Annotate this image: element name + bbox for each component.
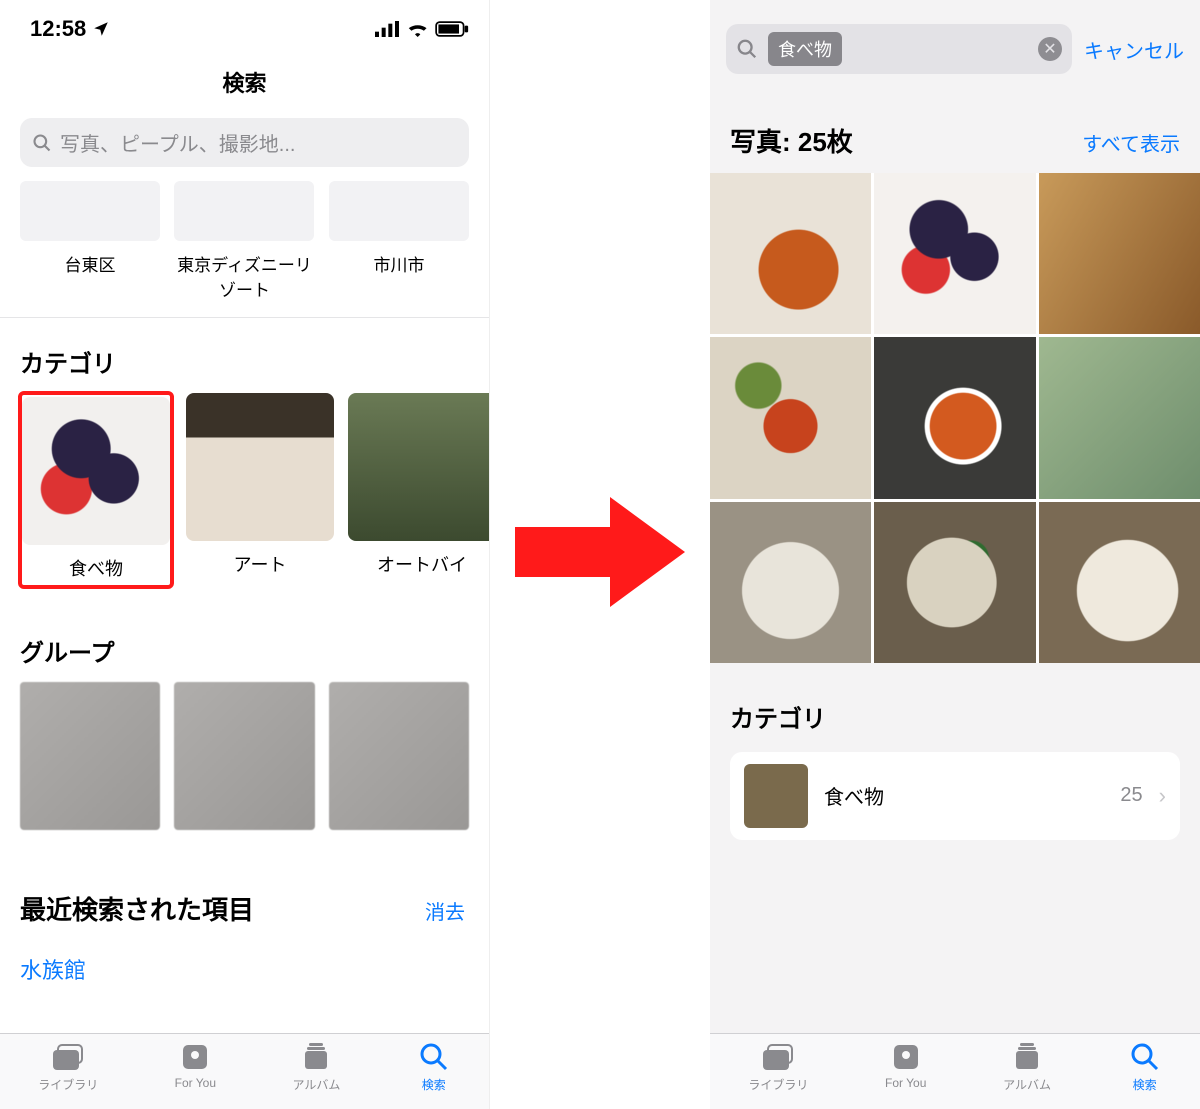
location-label: 東京ディズニーリゾート [174, 251, 315, 301]
photo-thumbnail[interactable] [710, 502, 871, 663]
search-tab-icon [1128, 1042, 1162, 1072]
foryou-icon [889, 1042, 923, 1072]
arrow-icon [515, 492, 685, 617]
status-time: 12:58 [30, 16, 86, 42]
categories-header: カテゴリ [730, 699, 1180, 734]
location-arrow-icon [92, 20, 110, 38]
tab-bar: ライブラリ For You アルバム 検索 [710, 1033, 1200, 1109]
category-label: オートバイ [348, 551, 490, 577]
recent-search-item[interactable]: 水族館 [0, 943, 489, 1015]
category-label: アート [186, 551, 334, 577]
search-input[interactable]: 写真、ピープル、撮影地... [20, 118, 469, 167]
category-thumbnail [22, 397, 170, 545]
library-icon [51, 1042, 85, 1072]
left-screen: 12:58 検索 写真、ピープル、撮影地... 台東区 東京ディズニーリゾート … [0, 0, 490, 1109]
tab-library[interactable]: ライブラリ [38, 1042, 98, 1093]
category-count: 25 [1120, 784, 1142, 807]
category-thumbnail [744, 764, 808, 828]
location-label: 台東区 [20, 251, 160, 276]
tab-bar: ライブラリ For You アルバム 検索 [0, 1033, 489, 1109]
category-card-food[interactable]: 食べ物 25 › [730, 752, 1180, 840]
tab-label: アルバム [292, 1076, 340, 1093]
photo-thumbnail[interactable] [1039, 173, 1200, 334]
search-icon [32, 133, 52, 153]
photo-thumbnail[interactable] [710, 337, 871, 498]
photo-thumbnail[interactable] [710, 173, 871, 334]
locations-row: 台東区 東京ディズニーリゾート 市川市 [0, 181, 489, 318]
tab-search[interactable]: 検索 [417, 1042, 451, 1093]
recent-header: 最近検索された項目 消去 [0, 860, 489, 943]
tab-foryou[interactable]: For You [175, 1042, 216, 1093]
results-count: 写真: 25枚 [730, 122, 853, 159]
search-icon [736, 38, 758, 60]
search-row: 食べ物 ✕ キャンセル [710, 0, 1200, 94]
photo-thumbnail[interactable] [1039, 502, 1200, 663]
categories-section: カテゴリ 食べ物 25 › [710, 663, 1200, 850]
foryou-icon [178, 1042, 212, 1072]
clear-button[interactable]: 消去 [425, 896, 465, 925]
tab-label: 検索 [422, 1076, 446, 1093]
categories-header: カテゴリ [0, 318, 489, 393]
category-thumbnail [348, 393, 490, 541]
location-label: 市川市 [329, 251, 469, 276]
location-thumbnail [329, 181, 469, 241]
tab-album[interactable]: アルバム [292, 1042, 340, 1093]
clear-search-icon[interactable]: ✕ [1038, 37, 1062, 61]
groups-row [0, 682, 489, 860]
cellular-icon [375, 21, 402, 37]
tab-label: For You [175, 1076, 216, 1090]
group-thumbnail[interactable] [20, 682, 160, 830]
wifi-icon [407, 21, 428, 37]
categories-row: 食べ物 アート オートバイ [0, 393, 489, 607]
category-thumbnail [186, 393, 334, 541]
category-item-food[interactable]: 食べ物 [20, 393, 172, 587]
album-icon [299, 1042, 333, 1072]
tab-label: アルバム [1003, 1076, 1051, 1093]
category-item-motorcycle[interactable]: オートバイ [348, 393, 490, 587]
tab-library[interactable]: ライブラリ [748, 1042, 808, 1093]
group-thumbnail[interactable] [329, 682, 469, 830]
library-icon [761, 1042, 795, 1072]
tab-label: 検索 [1133, 1076, 1157, 1093]
photo-thumbnail[interactable] [874, 173, 1035, 334]
groups-header: グループ [0, 607, 489, 682]
album-icon [1010, 1042, 1044, 1072]
tab-label: For You [885, 1076, 926, 1090]
search-placeholder: 写真、ピープル、撮影地... [60, 128, 295, 157]
recent-title: 最近検索された項目 [20, 890, 254, 927]
chevron-right-icon: › [1159, 783, 1166, 809]
battery-icon [435, 21, 469, 37]
search-input-filled[interactable]: 食べ物 ✕ [726, 24, 1072, 74]
tab-foryou[interactable]: For You [885, 1042, 926, 1093]
show-all-button[interactable]: すべて表示 [1082, 128, 1180, 157]
transition-arrow [490, 0, 710, 1109]
location-item[interactable]: 東京ディズニーリゾート [174, 181, 315, 301]
location-item[interactable]: 市川市 [329, 181, 469, 301]
right-screen: 食べ物 ✕ キャンセル 写真: 25枚 すべて表示 カテゴリ 食べ物 25 [710, 0, 1200, 1109]
page-title: 検索 [0, 50, 489, 118]
category-name: 食べ物 [824, 781, 1104, 810]
status-bar: 12:58 [0, 0, 489, 50]
results-header: 写真: 25枚 すべて表示 [710, 94, 1200, 173]
cancel-button[interactable]: キャンセル [1084, 35, 1184, 64]
photo-thumbnail[interactable] [874, 337, 1035, 498]
location-item[interactable]: 台東区 [20, 181, 160, 301]
photo-thumbnail[interactable] [1039, 337, 1200, 498]
tab-label: ライブラリ [748, 1076, 808, 1093]
search-chip[interactable]: 食べ物 [768, 32, 842, 66]
category-item-art[interactable]: アート [186, 393, 334, 587]
location-thumbnail [174, 181, 314, 241]
photo-thumbnail[interactable] [874, 502, 1035, 663]
tab-search[interactable]: 検索 [1128, 1042, 1162, 1093]
results-grid [710, 173, 1200, 663]
tab-label: ライブラリ [38, 1076, 98, 1093]
category-label: 食べ物 [22, 555, 170, 581]
tab-album[interactable]: アルバム [1003, 1042, 1051, 1093]
location-thumbnail [20, 181, 160, 241]
search-tab-icon [417, 1042, 451, 1072]
group-thumbnail[interactable] [174, 682, 314, 830]
